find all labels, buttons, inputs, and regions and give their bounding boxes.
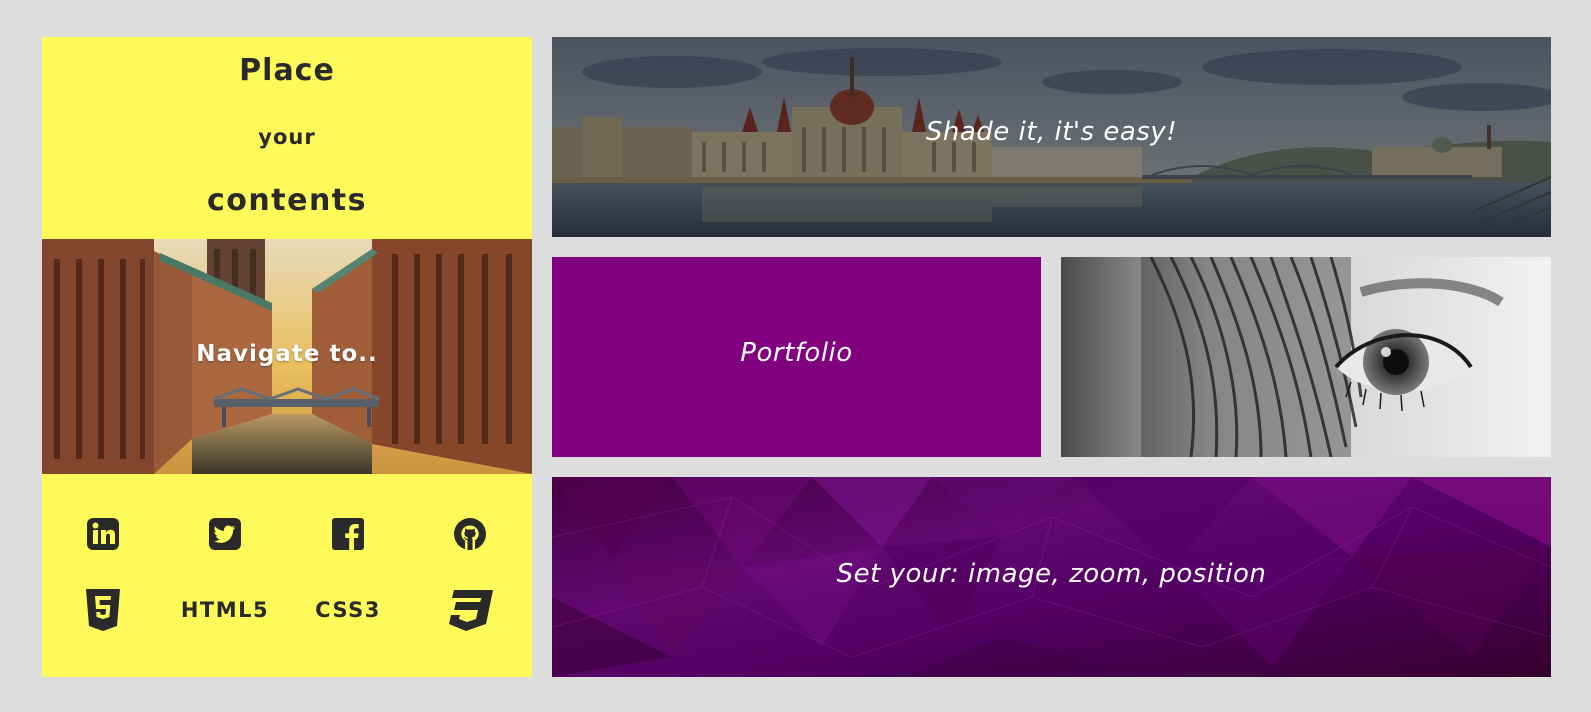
html5-badge [42,580,164,640]
github-icon [454,518,486,550]
shade-tile[interactable]: Shade it, it's easy! [552,37,1551,237]
eye-photo-tile[interactable] [1061,257,1551,457]
heading-line-your: your [258,125,316,149]
eye-photo-image [1061,257,1551,457]
css3-label: CSS3 [315,598,381,622]
css3-badge [409,580,531,640]
facebook-icon [332,518,364,550]
shade-label: Shade it, it's easy! [925,117,1178,147]
place-contents-box: Place your contents [42,37,532,239]
page: Place your contents Navigate to.. HTML5 … [0,0,1591,712]
set-image-tile[interactable]: Set your: image, zoom, position [552,477,1551,677]
github-link[interactable] [409,504,531,564]
twitter-link[interactable] [164,504,286,564]
css3-text: CSS3 [287,580,409,640]
set-label: Set your: image, zoom, position [836,559,1267,589]
heading-line-place: Place [239,53,335,88]
linkedin-link[interactable] [42,504,164,564]
navigate-tile[interactable]: Navigate to.. [42,239,532,474]
navigate-label: Navigate to.. [196,341,378,367]
portfolio-label: Portfolio [740,338,853,368]
heading-line-contents: contents [207,183,367,218]
html5-icon [86,589,120,631]
twitter-icon [209,518,241,550]
linkedin-icon [87,518,119,550]
css3-icon [449,590,493,631]
social-links: HTML5 CSS3 [42,474,532,677]
portfolio-tile[interactable]: Portfolio [552,257,1041,457]
html5-label: HTML5 [180,598,270,622]
facebook-link[interactable] [287,504,409,564]
html5-text: HTML5 [164,580,286,640]
left-panel: Place your contents Navigate to.. HTML5 … [42,37,532,677]
